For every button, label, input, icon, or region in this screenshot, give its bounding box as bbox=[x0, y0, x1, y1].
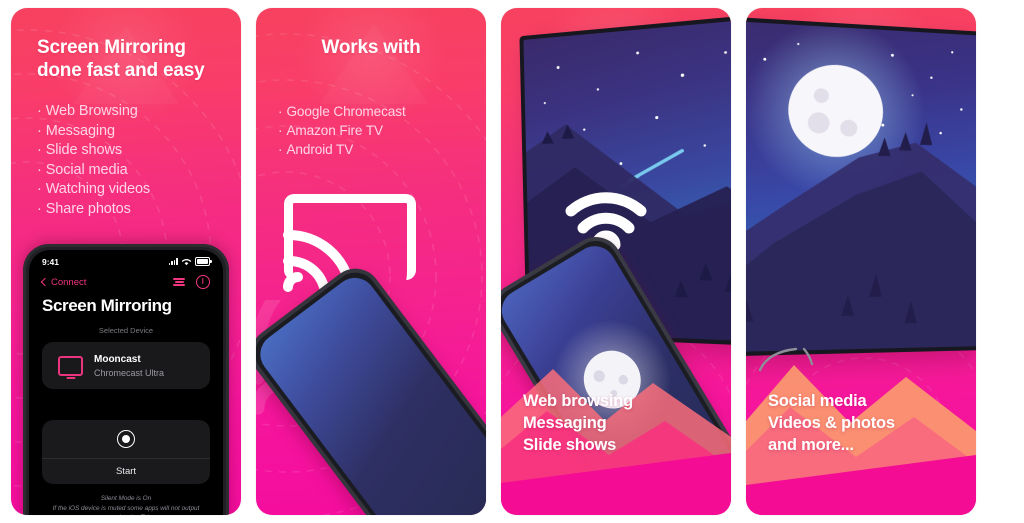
tv-icon bbox=[58, 355, 83, 376]
status-time: 9:41 bbox=[42, 256, 60, 267]
list-item: · Social media bbox=[37, 161, 227, 181]
television-icon bbox=[746, 16, 976, 357]
bullet-marker: · bbox=[278, 141, 283, 157]
list-item-label: Android TV bbox=[286, 141, 354, 157]
caption-line-3: and more... bbox=[768, 436, 854, 455]
bullet-marker: · bbox=[37, 200, 42, 217]
list-item-label: Messaging bbox=[45, 122, 115, 139]
record-button[interactable] bbox=[42, 420, 210, 459]
back-button[interactable]: Connect bbox=[40, 276, 87, 288]
chevron-left-icon bbox=[40, 277, 50, 287]
bullet-marker: · bbox=[37, 122, 42, 139]
list-item-label: Google Chromecast bbox=[286, 104, 406, 119]
footnote-line-3: sound to the TV bbox=[41, 513, 211, 515]
page-title: Screen Mirroring bbox=[42, 296, 172, 315]
device-name: Mooncast bbox=[94, 353, 141, 365]
caption-line-3: Slide shows bbox=[523, 436, 617, 455]
headline-line-1: Screen Mirroring bbox=[37, 37, 186, 58]
list-item-label: Slide shows bbox=[45, 142, 123, 159]
back-button-label: Connect bbox=[51, 276, 87, 288]
phone-screen bbox=[501, 238, 731, 515]
start-mirroring-card[interactable]: Start bbox=[42, 420, 210, 484]
bullet-marker: · bbox=[278, 122, 283, 138]
phone-body bbox=[256, 258, 486, 515]
caption-line-1: Web browsing bbox=[523, 392, 634, 411]
bullet-marker: · bbox=[37, 142, 42, 159]
selected-device-label: Selected Device bbox=[98, 326, 154, 335]
compatibility-bullet-list: · Google Chromecast · Amazon Fire TV · Andr… bbox=[278, 103, 472, 159]
screenshot-panel-web-browsing[interactable]: Web browsing Messaging Slide shows bbox=[501, 8, 731, 515]
device-subtitle: Chromecast Ultra bbox=[94, 367, 165, 378]
list-item: · Messaging bbox=[37, 122, 227, 142]
wifi-icon bbox=[181, 258, 192, 265]
screenshot-panel-social-media[interactable]: Social media Videos & photos and more... bbox=[746, 8, 976, 515]
phone-notch bbox=[85, 250, 167, 266]
footnote-line-2: If the iOS device is muted some apps wil… bbox=[52, 504, 200, 512]
panel-headline: Works with bbox=[256, 36, 486, 59]
sliders-icon[interactable] bbox=[173, 277, 185, 287]
panel-headline: Screen Mirroring done fast and easy bbox=[11, 36, 241, 82]
screenshot-panel-features[interactable]: Screen Mirroring done fast and easy · Web… bbox=[11, 8, 241, 515]
list-item: · Amazon Fire TV bbox=[278, 122, 472, 141]
list-item: · Slide shows bbox=[37, 141, 227, 161]
silent-mode-footnote: Silent Mode is On If the iOS device is m… bbox=[41, 494, 211, 515]
list-item: · Share photos bbox=[37, 200, 227, 220]
panel-caption: Social media Videos & photos and more... bbox=[768, 391, 962, 457]
list-item: · Watching videos bbox=[37, 180, 227, 200]
tv-screen bbox=[746, 21, 976, 353]
info-circle-icon[interactable] bbox=[196, 275, 210, 289]
night-scene-art bbox=[746, 21, 976, 353]
headline-line-2: done fast and easy bbox=[37, 60, 205, 82]
bullet-marker: · bbox=[37, 103, 42, 119]
list-item: · Android TV bbox=[278, 141, 472, 160]
selected-device-card[interactable]: Mooncast Chromecast Ultra bbox=[42, 342, 210, 389]
list-item-label: Watching videos bbox=[45, 181, 151, 198]
start-button[interactable]: Start bbox=[42, 459, 210, 484]
record-circle-icon bbox=[117, 430, 135, 448]
phone-mockup: 9:41 Connect Screen Mirroring Selected D… bbox=[23, 244, 229, 515]
caption-line-2: Messaging bbox=[523, 414, 607, 433]
list-item-label: Web Browsing bbox=[45, 103, 138, 119]
phone-body bbox=[501, 227, 731, 515]
list-item-label: Amazon Fire TV bbox=[286, 122, 383, 138]
feature-bullet-list: · Web Browsing · Messaging · Slide shows · S… bbox=[37, 102, 227, 219]
tv-stand bbox=[758, 347, 814, 372]
bullet-marker: · bbox=[37, 161, 42, 178]
screenshot-panel-compatibility[interactable]: Works with · Google Chromecast · Amazon Fi… bbox=[256, 8, 486, 515]
list-item-label: Social media bbox=[45, 161, 128, 178]
list-item: · Google Chromecast bbox=[278, 103, 472, 122]
headline-line-1: Works with bbox=[321, 37, 421, 58]
caption-line-2: Videos & photos bbox=[768, 414, 895, 433]
app-store-screenshot-gallery: Screen Mirroring done fast and easy · Web… bbox=[0, 0, 1024, 523]
footnote-line-1: Silent Mode is On bbox=[100, 495, 152, 502]
caption-line-1: Social media bbox=[768, 392, 867, 411]
phone-screen: 9:41 Connect Screen Mirroring Selected D… bbox=[29, 250, 223, 515]
list-item-label: Share photos bbox=[45, 200, 131, 217]
bullet-marker: · bbox=[278, 104, 283, 119]
battery-icon bbox=[195, 257, 212, 266]
phone-nav-bar: Connect bbox=[29, 272, 223, 292]
list-item: · Web Browsing bbox=[37, 102, 227, 122]
cellular-bars-icon bbox=[168, 258, 178, 265]
phone-night-scene bbox=[553, 319, 672, 440]
panel-caption: Web browsing Messaging Slide shows bbox=[523, 391, 717, 457]
bullet-marker: · bbox=[37, 181, 42, 198]
